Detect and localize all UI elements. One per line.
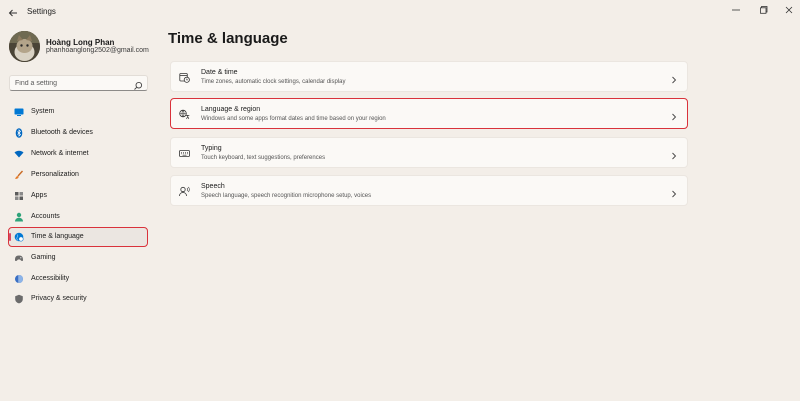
chevron-right-icon (670, 186, 678, 198)
chevron-right-icon (670, 72, 678, 84)
wifi-icon (14, 149, 24, 159)
accessibility-icon (14, 274, 24, 284)
sidebar-item-label: Accessibility (31, 275, 70, 282)
sidebar-item-label: Bluetooth & devices (31, 129, 93, 136)
sidebar-item-personalization[interactable]: Personalization (9, 166, 147, 184)
chevron-right-icon (670, 109, 678, 121)
sidebar-item-accounts[interactable]: Accounts (9, 208, 147, 226)
shield-icon (14, 294, 24, 304)
sidebar-item-time-language[interactable]: Time & language (8, 227, 148, 247)
card-subtitle: Time zones, automatic clock settings, ca… (201, 79, 346, 85)
sidebar-item-label: Privacy & security (31, 295, 87, 302)
search-box[interactable] (9, 75, 148, 91)
sidebar-item-label: Time & language (31, 233, 84, 240)
card-typing[interactable]: Typing Touch keyboard, text suggestions,… (170, 137, 688, 168)
language-icon (179, 109, 190, 120)
clock-calendar-icon (179, 72, 190, 83)
chevron-right-icon (670, 148, 678, 160)
card-title: Language & region (201, 106, 261, 113)
search-input[interactable] (10, 76, 133, 90)
card-date-time[interactable]: Date & time Time zones, automatic clock … (170, 61, 688, 92)
maximize-button[interactable] (753, 3, 775, 17)
window-title: Settings (27, 7, 56, 16)
card-title: Speech (201, 183, 225, 190)
card-speech[interactable]: Speech Speech language, speech recogniti… (170, 175, 688, 206)
sidebar-item-bluetooth[interactable]: Bluetooth & devices (9, 124, 147, 142)
globe-clock-icon (14, 232, 24, 242)
card-subtitle: Speech language, speech recognition micr… (201, 193, 372, 199)
sidebar-item-gaming[interactable]: Gaming (9, 249, 147, 267)
card-title: Typing (201, 145, 222, 152)
brush-icon (14, 170, 24, 180)
card-title: Date & time (201, 69, 238, 76)
back-arrow-icon[interactable] (5, 5, 21, 21)
sidebar-item-label: Apps (31, 192, 47, 199)
sidebar-item-system[interactable]: System (9, 103, 147, 121)
page-title: Time & language (168, 30, 288, 47)
sidebar-item-privacy[interactable]: Privacy & security (9, 290, 147, 308)
profile-name: Hoàng Long Phan (46, 38, 115, 47)
title-bar: Settings (0, 0, 800, 26)
sidebar-item-apps[interactable]: Apps (9, 187, 147, 205)
profile-email: phanhoanglong2502@gmail.com (46, 47, 149, 54)
monitor-icon (14, 107, 24, 117)
card-subtitle: Touch keyboard, text suggestions, prefer… (201, 155, 326, 161)
speech-icon (179, 186, 190, 197)
keyboard-icon (179, 148, 190, 159)
card-subtitle: Windows and some apps format dates and t… (201, 116, 386, 122)
sidebar-item-label: Personalization (31, 171, 79, 178)
close-button[interactable] (778, 3, 800, 17)
sidebar-item-label: System (31, 108, 55, 115)
bluetooth-icon (14, 128, 24, 138)
person-icon (14, 212, 24, 222)
search-icon[interactable] (133, 78, 143, 90)
sidebar-item-label: Network & internet (31, 150, 89, 157)
gamepad-icon (14, 253, 24, 263)
apps-icon (14, 191, 24, 201)
sidebar-item-accessibility[interactable]: Accessibility (9, 270, 147, 288)
sidebar-item-network[interactable]: Network & internet (9, 145, 147, 163)
sidebar-item-label: Gaming (31, 254, 56, 261)
sidebar-item-label: Accounts (31, 213, 60, 220)
minimize-button[interactable] (725, 3, 747, 17)
avatar[interactable] (9, 31, 40, 62)
card-language-region[interactable]: Language & region Windows and some apps … (170, 98, 688, 129)
